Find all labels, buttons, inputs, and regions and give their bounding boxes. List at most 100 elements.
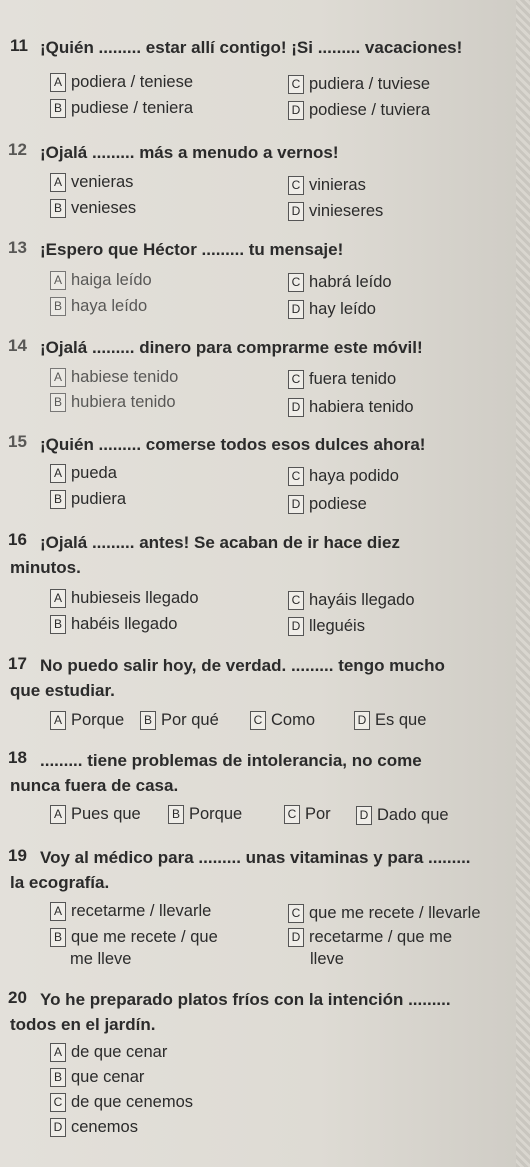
letter-box: A bbox=[50, 902, 66, 921]
option-c[interactable]: Cvinieras bbox=[288, 175, 366, 195]
letter-box: C bbox=[288, 904, 304, 923]
question-number: 20 bbox=[8, 988, 27, 1007]
letter-box: D bbox=[50, 1118, 66, 1137]
option-c[interactable]: C Por bbox=[284, 804, 331, 824]
letter-box: D bbox=[288, 398, 304, 417]
option-a[interactable]: Ahubieseis llegado bbox=[50, 588, 199, 608]
letter-box: B bbox=[50, 393, 66, 412]
option-a[interactable]: Apueda bbox=[50, 463, 117, 483]
letter-box: D bbox=[288, 300, 304, 319]
option-label: Por bbox=[305, 805, 331, 823]
option-label: habrá leído bbox=[309, 273, 392, 291]
option-c[interactable]: Cde que cenemos bbox=[50, 1092, 193, 1112]
option-a[interactable]: Ahaiga leído bbox=[50, 270, 152, 290]
option-c[interactable]: Cfuera tenido bbox=[288, 369, 396, 389]
option-label: pudiera bbox=[71, 490, 127, 508]
option-a[interactable]: A Porque bbox=[50, 710, 124, 730]
question-text-line1: ......... tiene problemas de intoleranci… bbox=[40, 751, 422, 770]
option-c[interactable]: Cque me recete / llevarle bbox=[288, 903, 481, 923]
letter-box: D bbox=[288, 928, 304, 947]
letter-box: C bbox=[288, 176, 304, 195]
option-a[interactable]: A Pues que bbox=[50, 804, 141, 824]
option-b[interactable]: B Por qué bbox=[140, 710, 219, 730]
option-d[interactable]: D Es que bbox=[354, 710, 426, 730]
option-d-line2: lleve bbox=[310, 950, 344, 968]
option-d[interactable]: Dlleguéis bbox=[288, 616, 365, 636]
option-label: de que cenar bbox=[71, 1043, 168, 1061]
question-text-line2: minutos. bbox=[10, 558, 81, 577]
question-number: 11 bbox=[10, 36, 28, 55]
option-label: vinieras bbox=[309, 176, 366, 194]
option-c[interactable]: Chayáis llegado bbox=[288, 590, 415, 610]
option-b[interactable]: Bque cenar bbox=[50, 1067, 144, 1087]
option-d[interactable]: Dcenemos bbox=[50, 1117, 138, 1137]
option-a[interactable]: Apodiera / teniese bbox=[50, 72, 193, 92]
letter-box: D bbox=[288, 101, 304, 120]
letter-box: C bbox=[288, 273, 304, 292]
option-a[interactable]: Avenieras bbox=[50, 172, 133, 192]
worksheet-page: 11 ¡Quién ......... estar allí contigo! … bbox=[0, 0, 530, 1167]
letter-box: C bbox=[50, 1093, 66, 1112]
option-label: podiese / tuviera bbox=[309, 101, 431, 119]
question-number: 13 bbox=[8, 238, 27, 257]
option-label: Porque bbox=[189, 805, 243, 823]
option-d[interactable]: Drecetarme / que me bbox=[288, 927, 452, 947]
letter-box: D bbox=[288, 495, 304, 514]
option-d[interactable]: Dhay leído bbox=[288, 299, 376, 319]
option-d[interactable]: Dpodiese / tuviera bbox=[288, 100, 430, 120]
question-text-line1: ¡Ojalá ......... antes! Se acaban de ir … bbox=[40, 533, 400, 552]
option-c[interactable]: Chabrá leído bbox=[288, 272, 392, 292]
question-number: 15 bbox=[8, 432, 27, 451]
option-d[interactable]: D Dado que bbox=[356, 805, 449, 825]
option-label: Como bbox=[271, 711, 316, 729]
option-label: pudiese / teniera bbox=[71, 99, 194, 117]
option-d[interactable]: Dvinieseres bbox=[288, 201, 383, 221]
option-label: que me recete / que bbox=[71, 928, 218, 946]
option-label: que me recete / llevarle bbox=[309, 904, 481, 922]
letter-box: D bbox=[356, 806, 372, 825]
option-a[interactable]: Ade que cenar bbox=[50, 1042, 167, 1062]
option-b[interactable]: Bhaya leído bbox=[50, 296, 147, 316]
letter-box: B bbox=[50, 928, 66, 947]
letter-box: B bbox=[50, 490, 66, 509]
question-number: 14 bbox=[8, 336, 27, 355]
option-b[interactable]: B Porque bbox=[168, 804, 242, 824]
question-text-line1: Yo he preparado platos fríos con la inte… bbox=[40, 990, 451, 1009]
option-b[interactable]: Bpudiese / teniera bbox=[50, 98, 193, 118]
option-label: habiera tenido bbox=[309, 398, 414, 416]
option-label: hayáis llegado bbox=[309, 591, 415, 609]
option-b[interactable]: Bvenieses bbox=[50, 198, 136, 218]
question-text-line2: la ecografía. bbox=[10, 873, 110, 892]
letter-box: C bbox=[288, 467, 304, 486]
option-b[interactable]: Bhubiera tenido bbox=[50, 392, 176, 412]
question-text-line2: que estudiar. bbox=[10, 681, 115, 700]
option-b-line2: me lleve bbox=[70, 950, 132, 968]
page-edge bbox=[516, 0, 530, 1167]
option-c[interactable]: Chaya podido bbox=[288, 466, 399, 486]
letter-box: C bbox=[250, 711, 266, 730]
letter-box: A bbox=[50, 271, 66, 290]
question-text-line1: No puedo salir hoy, de verdad. .........… bbox=[40, 656, 445, 675]
letter-box: A bbox=[50, 711, 66, 730]
option-label: Dado que bbox=[377, 806, 449, 824]
option-b[interactable]: Bpudiera bbox=[50, 489, 126, 509]
letter-box: A bbox=[50, 589, 66, 608]
option-label: recetarme / llevarle bbox=[71, 902, 212, 920]
option-b[interactable]: Bhabéis llegado bbox=[50, 614, 177, 634]
option-c[interactable]: Cpudiera / tuviese bbox=[288, 74, 430, 94]
letter-box: B bbox=[50, 1068, 66, 1087]
option-a[interactable]: Ahabiese tenido bbox=[50, 367, 178, 387]
letter-box: A bbox=[50, 805, 66, 824]
letter-box: D bbox=[354, 711, 370, 730]
letter-box: C bbox=[284, 805, 300, 824]
option-d[interactable]: Dhabiera tenido bbox=[288, 397, 414, 417]
question-number: 16 bbox=[8, 530, 27, 549]
question-text-line2: todos en el jardín. bbox=[10, 1015, 156, 1034]
option-label: vinieseres bbox=[309, 202, 384, 220]
option-b[interactable]: Bque me recete / que bbox=[50, 927, 218, 947]
option-d[interactable]: Dpodiese bbox=[288, 494, 367, 514]
option-a[interactable]: Arecetarme / llevarle bbox=[50, 901, 211, 921]
letter-box: A bbox=[50, 368, 66, 387]
option-c[interactable]: C Como bbox=[250, 710, 315, 730]
option-label: haya podido bbox=[309, 467, 399, 485]
